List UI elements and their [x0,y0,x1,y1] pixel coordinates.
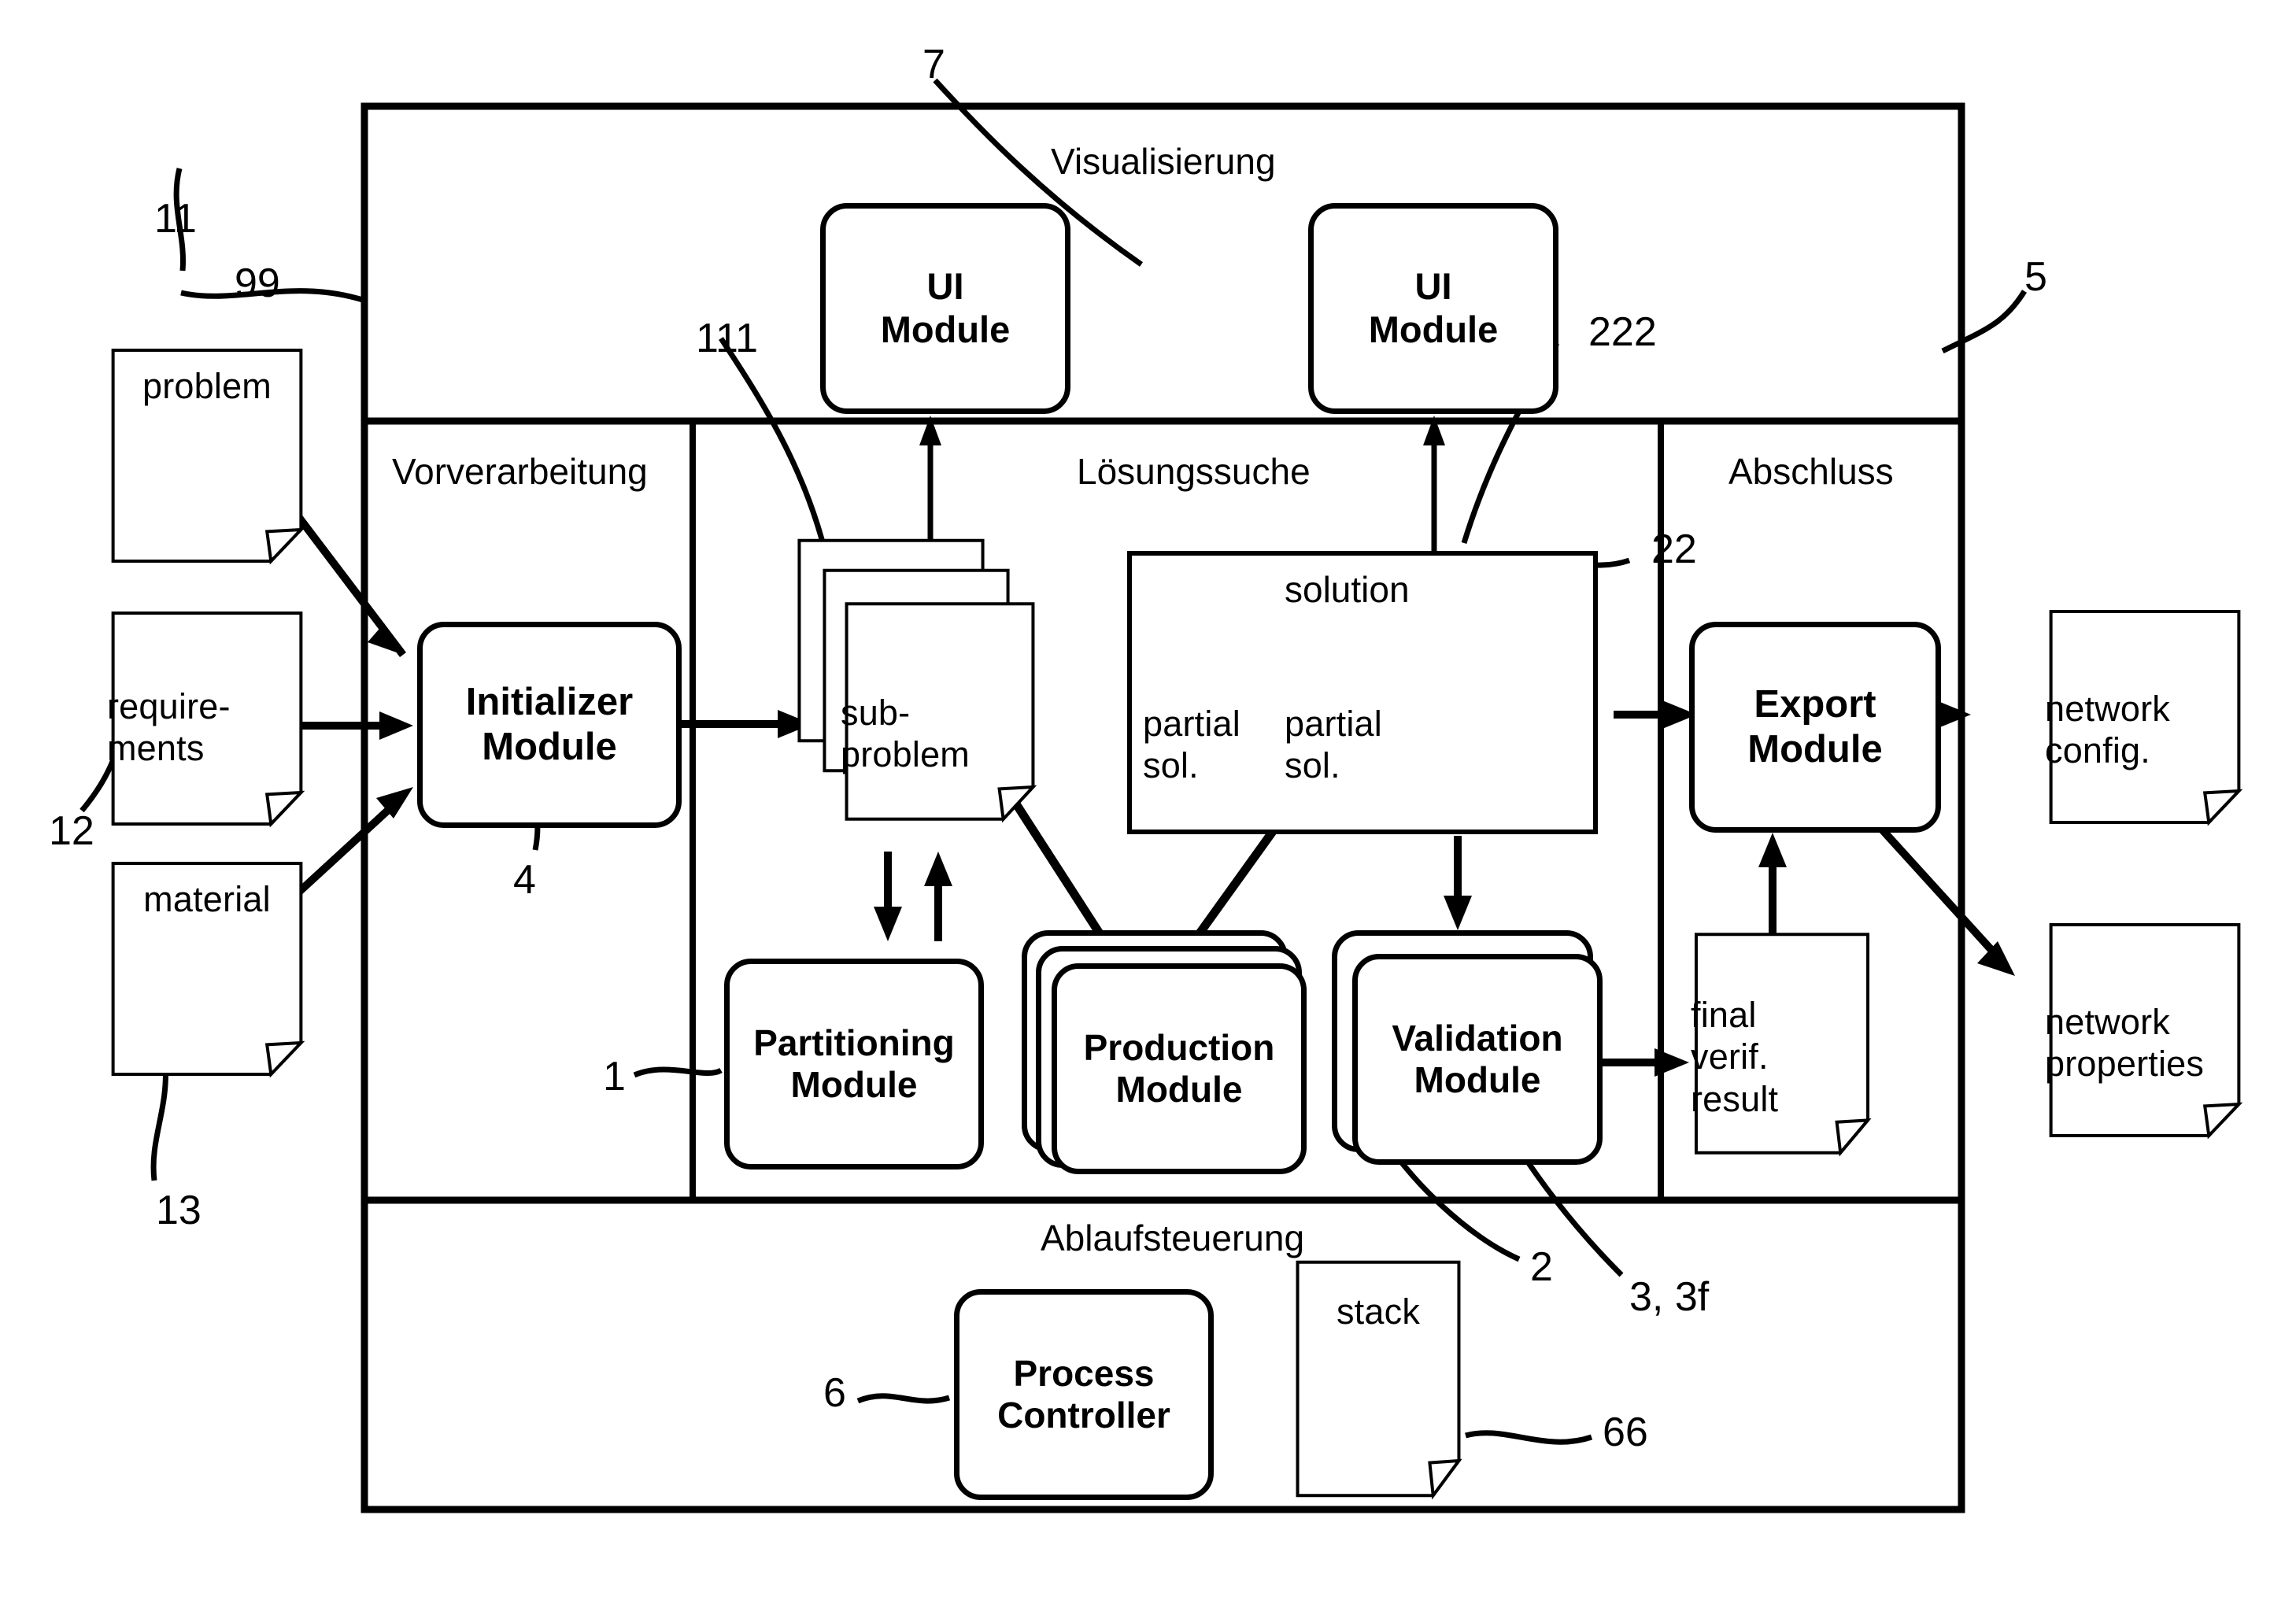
network-properties-line1: network [2045,1001,2170,1042]
export-module-line1: Export [1754,683,1876,726]
initializer-module[interactable]: Initializer Module [417,622,682,828]
process-controller-line2: Controller [997,1395,1170,1436]
ui-module-1-line2: Module [880,309,1011,350]
ref-number-2: 2 [1530,1244,1553,1290]
input-doc-material: material [107,858,307,1080]
input-doc-requirements-label-line1: require- [107,685,231,726]
ref-number-6: 6 [823,1370,846,1416]
partial-solution-2-line2: sol. [1285,745,1340,785]
section-label-visualisierung: Visualisierung [1051,141,1276,182]
section-label-ablaufsteuerung: Ablaufsteuerung [1041,1218,1305,1258]
network-config-line2: config. [2045,730,2150,770]
section-label-loesungssuche: Lösungssuche [1077,451,1311,492]
network-properties-line2: properties [2045,1044,2205,1084]
section-label-vorverarbeitung: Vorverarbeitung [392,451,648,492]
process-controller-module[interactable]: Process Controller [954,1289,1214,1500]
solution-title: solution [1285,569,1410,610]
ref-number-1: 1 [603,1054,626,1099]
partial-solution-doc-2: partial sol. [1285,630,1425,825]
input-doc-problem: problem [107,345,307,567]
ref-number-5: 5 [2024,254,2047,300]
validation-module-line1: Validation [1392,1017,1563,1059]
ui-module-2-line1: UI [1414,265,1452,308]
input-doc-requirements-label-line2: ments [107,728,205,768]
patent-diagram: Visualisierung Vorverarbeitung Lösungssu… [0,0,2296,1600]
network-config-line1: network [2045,688,2170,729]
partitioning-module[interactable]: Partitioning Module [724,959,984,1170]
partial-solution-2-line1: partial [1285,703,1382,744]
export-module[interactable]: Export Module [1689,622,1941,833]
export-module-line2: Module [1747,728,1883,770]
initializer-module-line2: Module [482,726,617,768]
subproblem-doc: sub- problem [841,598,1039,825]
input-doc-problem-label: problem [142,366,272,406]
ref-number-4: 4 [513,857,536,903]
validation-module-line2: Module [1414,1059,1541,1100]
ui-module-1[interactable]: UI Module [820,203,1070,414]
production-module[interactable]: Production Module [1052,963,1307,1174]
input-doc-material-label: material [143,879,271,919]
ref-number-12: 12 [49,808,94,854]
stack-doc: stack [1292,1256,1464,1502]
process-controller-line1: Process [1013,1352,1155,1394]
ref-number-22: 22 [1651,527,1697,572]
ref-number-111: 111 [696,316,759,361]
subproblem-label-line1: sub- [841,692,911,733]
partial-solution-1-line2: sol. [1143,745,1199,785]
validation-module[interactable]: Validation Module [1352,954,1603,1165]
partial-solution-doc-1: partial sol. [1143,630,1283,825]
ref-number-99: 99 [235,261,280,306]
ref-number-7: 7 [922,42,945,87]
ref-number-222: 222 [1588,309,1657,355]
partitioning-module-line2: Module [790,1064,918,1105]
final-result-line1: final [1691,995,1757,1036]
input-doc-requirements: require- ments [107,608,307,830]
output-doc-network-config: network config. [2045,606,2245,828]
stack-doc-label: stack [1336,1291,1421,1332]
ref-number-11: 11 [154,196,197,242]
ref-number-13: 13 [156,1188,202,1233]
production-module-line2: Module [1115,1069,1243,1110]
final-verification-result-doc: final verif. result [1691,929,1873,1158]
ref-number-3-3f: 3, 3f [1629,1274,1710,1320]
partial-solution-doc-3 [1445,630,1585,825]
partitioning-module-line1: Partitioning [753,1022,955,1063]
partial-solution-1-line1: partial [1143,703,1240,744]
section-label-abschluss: Abschluss [1728,451,1894,492]
production-module-line1: Production [1083,1026,1275,1068]
initializer-module-line1: Initializer [465,681,634,724]
ui-module-2-line2: Module [1368,309,1499,350]
ui-module-1-line1: UI [926,265,964,308]
output-doc-network-properties: network properties [2045,919,2245,1141]
final-result-line3: result [1691,1078,1779,1119]
ui-module-2[interactable]: UI Module [1308,203,1558,414]
ref-number-66: 66 [1603,1410,1648,1455]
subproblem-label-line2: problem [841,734,970,774]
final-result-line2: verif. [1691,1036,1769,1077]
